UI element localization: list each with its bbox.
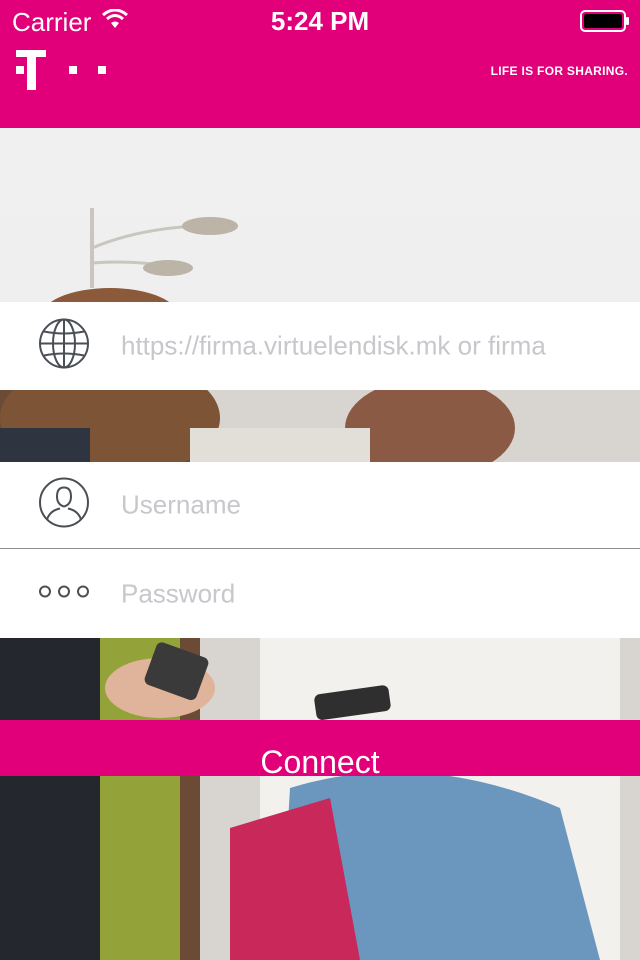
tagline: LIFE IS FOR SHARING. [490, 64, 628, 78]
globe-icon [38, 318, 90, 375]
telekom-logo [16, 48, 108, 97]
server-url-input[interactable]: https://firma.virtuelendisk.mk or firma [121, 331, 621, 362]
username-input[interactable]: Username [121, 490, 621, 521]
battery-icon [580, 10, 630, 37]
connect-button-label: Connect [260, 744, 380, 780]
app-header: Carrier 5:24 PM LIFE IS FOR SHARING. [0, 0, 640, 128]
dots-icon [38, 583, 90, 604]
status-time: 5:24 PM [270, 6, 370, 36]
status-bar: Carrier 5:24 PM [0, 0, 640, 40]
password-field[interactable]: Password [0, 549, 640, 638]
user-icon [38, 477, 90, 534]
connect-button[interactable]: Connect [0, 720, 640, 780]
server-url-field[interactable]: https://firma.virtuelendisk.mk or firma [0, 302, 640, 390]
password-input[interactable]: Password [121, 578, 621, 609]
username-field[interactable]: Username [0, 462, 640, 549]
